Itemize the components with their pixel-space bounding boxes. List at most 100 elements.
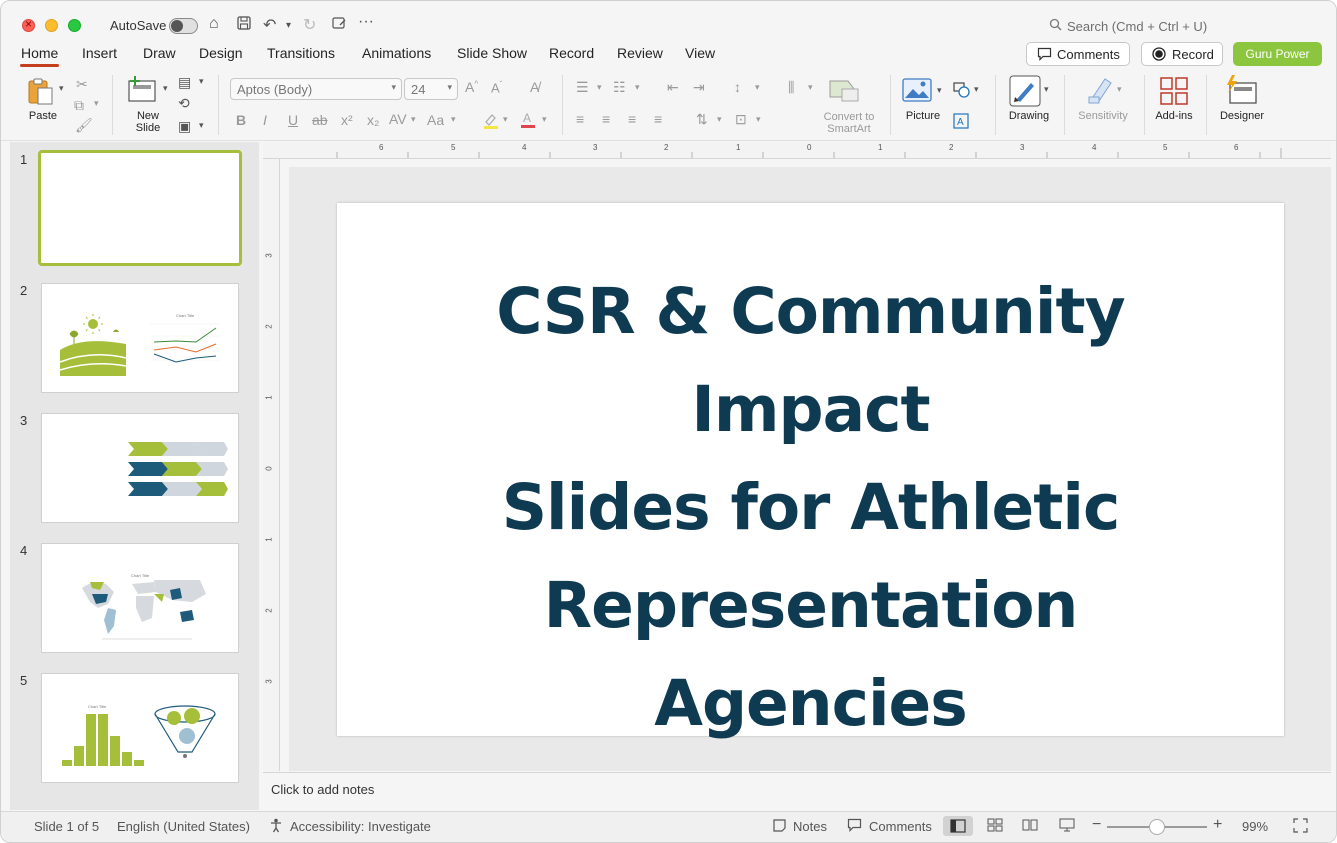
chevron-down-icon[interactable]: ▾ [597, 82, 602, 93]
clear-formatting-icon[interactable]: A̸ [530, 79, 539, 95]
text-direction-icon[interactable]: ⇅ [696, 111, 708, 128]
font-size-select[interactable]: 24 ▾ [404, 78, 458, 100]
format-painter-icon[interactable]: 🖌 [75, 117, 93, 134]
comments-button[interactable]: Comments [1026, 42, 1130, 66]
italic-icon[interactable]: I [263, 112, 267, 128]
slide-thumbnail-4[interactable]: Chart Title [41, 543, 239, 653]
redo-icon[interactable]: ↻ [303, 15, 316, 35]
tab-record[interactable]: Record [549, 45, 594, 61]
record-button[interactable]: Record [1141, 42, 1223, 66]
chevron-down-icon[interactable]: ▾ [717, 114, 722, 125]
chevron-down-icon[interactable]: ▾ [635, 82, 640, 93]
slide-thumbnail-2[interactable]: Chart Title [41, 283, 239, 393]
align-left-icon[interactable]: ≡ [576, 111, 584, 127]
drawing-dropdown-icon[interactable]: ▾ [1044, 84, 1049, 95]
designer-icon[interactable] [1224, 75, 1258, 110]
save-icon[interactable] [236, 15, 252, 36]
subscript-icon[interactable]: x₂ [367, 112, 379, 128]
more-options-icon[interactable]: ··· [358, 13, 374, 31]
slide-title[interactable]: CSR & Community Impact Slides for Athlet… [377, 263, 1244, 753]
superscript-icon[interactable]: x² [341, 112, 353, 128]
text-box-icon[interactable]: A [953, 113, 969, 132]
search-input[interactable]: Search (Cmd + Ctrl + U) [1067, 19, 1207, 34]
tab-transitions[interactable]: Transitions [267, 45, 335, 61]
tab-slide-show[interactable]: Slide Show [457, 45, 527, 61]
font-color-icon[interactable]: A [519, 110, 537, 131]
chevron-down-icon[interactable]: ▾ [755, 82, 760, 93]
tab-view[interactable]: View [685, 45, 715, 61]
sensitivity-dropdown-icon[interactable]: ▾ [1117, 84, 1122, 95]
decrease-indent-icon[interactable]: ⇤ [667, 79, 679, 96]
fit-to-window-icon[interactable] [1293, 818, 1308, 836]
paste-dropdown-icon[interactable]: ▾ [59, 83, 64, 94]
picture-icon[interactable] [902, 78, 932, 105]
reading-view-icon[interactable] [1022, 818, 1038, 835]
numbering-icon[interactable]: ☷ [613, 79, 626, 96]
paste-icon[interactable] [26, 77, 56, 110]
notes-pane[interactable]: Click to add notes [263, 772, 1331, 811]
home-icon[interactable]: ⌂ [209, 15, 219, 33]
chevron-down-icon[interactable]: ▾ [411, 114, 416, 125]
picture-dropdown-icon[interactable]: ▾ [937, 85, 942, 96]
section-dropdown-icon[interactable]: ▾ [199, 120, 204, 131]
accessibility-status[interactable]: Accessibility: Investigate [290, 819, 431, 834]
language-indicator[interactable]: English (United States) [117, 819, 250, 834]
chevron-down-icon[interactable]: ▾ [756, 114, 761, 125]
cut-icon[interactable]: ✂ [76, 76, 88, 93]
tab-draw[interactable]: Draw [143, 45, 176, 61]
font-name-select[interactable]: Aptos (Body) ▾ [230, 78, 402, 100]
drawing-icon[interactable] [1009, 75, 1041, 110]
zoom-level[interactable]: 99% [1242, 819, 1268, 834]
copy-dropdown-icon[interactable]: ▾ [94, 98, 99, 109]
underline-icon[interactable]: U [288, 112, 298, 128]
chevron-down-icon[interactable]: ▾ [503, 114, 508, 125]
increase-font-icon[interactable]: A^ [465, 79, 478, 95]
character-spacing-icon[interactable]: AV [389, 111, 407, 127]
new-slide-icon[interactable] [127, 75, 159, 106]
normal-view-button[interactable] [943, 816, 973, 836]
align-text-icon[interactable]: ⊡ [735, 111, 747, 128]
copy-icon[interactable]: ⧉ [74, 97, 84, 114]
slide-thumbnail-5[interactable]: Chart Title [41, 673, 239, 783]
chevron-down-icon[interactable]: ▾ [808, 82, 813, 93]
undo-icon[interactable]: ↶ [263, 15, 276, 35]
shapes-icon[interactable] [952, 81, 972, 102]
justify-icon[interactable]: ≡ [654, 111, 662, 127]
zoom-in-icon[interactable]: + [1213, 816, 1222, 834]
tab-animations[interactable]: Animations [362, 45, 431, 61]
slide-sorter-icon[interactable] [987, 818, 1003, 835]
comments-toggle[interactable]: Comments [869, 819, 932, 834]
layout-icon[interactable]: ▤ [178, 74, 191, 91]
line-spacing-icon[interactable]: ↕ [734, 79, 741, 95]
current-slide[interactable]: CSR & Community Impact Slides for Athlet… [337, 203, 1284, 740]
section-icon[interactable]: ▣ [178, 118, 191, 135]
change-case-icon[interactable]: Aa [427, 112, 444, 128]
addins-icon[interactable] [1159, 76, 1189, 109]
tab-insert[interactable]: Insert [82, 45, 117, 61]
layout-dropdown-icon[interactable]: ▾ [199, 76, 204, 87]
align-right-icon[interactable]: ≡ [628, 111, 636, 127]
notes-toggle[interactable]: Notes [793, 819, 827, 834]
chevron-down-icon[interactable]: ▾ [451, 114, 456, 125]
smartart-icon[interactable] [828, 77, 860, 106]
customize-icon[interactable] [331, 15, 347, 36]
highlight-icon[interactable] [482, 111, 500, 132]
slideshow-icon[interactable] [1059, 818, 1075, 835]
tab-review[interactable]: Review [617, 45, 663, 61]
new-slide-dropdown-icon[interactable]: ▾ [163, 83, 168, 94]
autosave-toggle[interactable] [169, 18, 198, 34]
close-window-button[interactable] [22, 17, 35, 32]
sensitivity-icon[interactable] [1087, 75, 1115, 108]
guru-power-button[interactable]: Guru Power [1233, 42, 1322, 66]
tab-home[interactable]: Home [21, 45, 58, 61]
columns-icon[interactable]: ⫼ [788, 79, 794, 96]
zoom-window-button[interactable] [68, 19, 81, 32]
undo-dropdown-icon[interactable]: ▾ [286, 20, 291, 31]
bullets-icon[interactable]: ☰ [576, 79, 589, 96]
chevron-down-icon[interactable]: ▾ [542, 114, 547, 125]
shapes-dropdown-icon[interactable]: ▾ [974, 84, 979, 95]
strikethrough-icon[interactable]: ab [312, 112, 328, 128]
zoom-out-icon[interactable]: − [1092, 816, 1101, 834]
zoom-slider-thumb[interactable] [1149, 819, 1165, 835]
tab-design[interactable]: Design [199, 45, 243, 61]
